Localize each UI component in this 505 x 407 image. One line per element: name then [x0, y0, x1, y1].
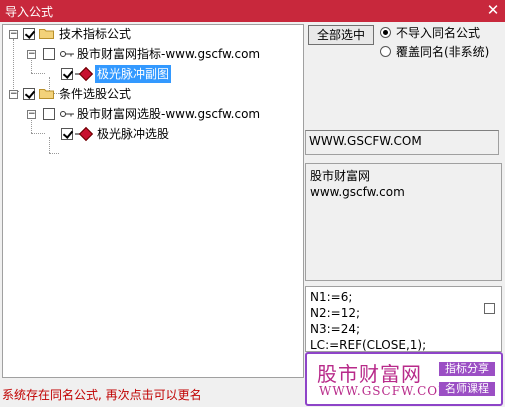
- item-checkbox[interactable]: [43, 108, 55, 120]
- collapse-icon[interactable]: −: [27, 50, 36, 59]
- tree-group-indicators[interactable]: − 技术指标公式: [3, 25, 293, 43]
- group-checkbox[interactable]: [23, 88, 35, 100]
- collapse-icon[interactable]: −: [27, 110, 36, 119]
- collapse-icon[interactable]: −: [9, 90, 18, 99]
- tag-master-course: 名师课程: [439, 382, 495, 396]
- tree-item-indicator-pack[interactable]: − 股市财富网指标-www.gscfw.com: [3, 45, 293, 63]
- tree-group-screening[interactable]: − 条件选股公式: [3, 85, 293, 103]
- info-site-url: www.gscfw.com: [310, 185, 405, 199]
- tree-item-screening-pack[interactable]: − 股市财富网选股-www.gscfw.com: [3, 105, 293, 123]
- brand-url: WWW.GSCFW.COM: [319, 384, 452, 398]
- tree-leaf-label[interactable]: 极光脉冲副图: [95, 65, 172, 83]
- brand-watermark: 股市财富网 WWW.GSCFW.COM 指标分享 名师课程: [305, 352, 503, 406]
- formula-icon: [78, 126, 94, 142]
- status-message: 系统存在同名公式, 再次点击可以更名: [2, 388, 202, 402]
- formula-tree[interactable]: − 技术指标公式 − 股市财富网指标-www.gscfw.com 极光脉冲副图 …: [2, 24, 304, 378]
- brand-name: 股市财富网: [317, 362, 422, 386]
- tag-indicator-share: 指标分享: [439, 362, 495, 376]
- item-checkbox[interactable]: [43, 48, 55, 60]
- code-checkbox[interactable]: [484, 303, 495, 314]
- key-icon: [60, 51, 74, 57]
- tree-group-label: 技术指标公式: [59, 27, 132, 41]
- code-line: N1:=6;: [310, 290, 353, 304]
- radio-button[interactable]: [380, 46, 391, 57]
- leaf-checkbox[interactable]: [61, 128, 73, 140]
- info-site-name: 股市财富网: [310, 169, 371, 183]
- tree-item-label: 股市财富网指标-www.gscfw.com: [77, 47, 261, 61]
- radio-label: 不导入同名公式: [396, 26, 481, 40]
- close-icon[interactable]: ✕: [485, 1, 501, 19]
- tree-leaf-label[interactable]: 极光脉冲选股: [97, 125, 169, 143]
- code-line: LC:=REF(CLOSE,1);: [310, 338, 427, 352]
- formula-info-panel: 股市财富网 www.gscfw.com: [305, 163, 502, 281]
- radio-button[interactable]: [380, 27, 391, 38]
- collapse-icon[interactable]: −: [9, 30, 18, 39]
- key-icon: [60, 111, 74, 117]
- radio-overwrite-duplicates[interactable]: 覆盖同名(非系统): [380, 44, 504, 60]
- leaf-checkbox[interactable]: [61, 68, 73, 80]
- select-all-button[interactable]: 全部选中: [308, 25, 374, 45]
- radio-skip-duplicates[interactable]: 不导入同名公式: [380, 25, 500, 41]
- url-display: WWW.GSCFW.COM: [305, 130, 499, 155]
- radio-label: 覆盖同名(非系统): [396, 45, 490, 59]
- tree-group-label: 条件选股公式: [59, 87, 132, 101]
- tree-item-label: 股市财富网选股-www.gscfw.com: [77, 107, 261, 121]
- window-title: 导入公式: [5, 5, 54, 19]
- code-line: N3:=24;: [310, 322, 361, 336]
- tree-leaf-aurora-subchart[interactable]: 极光脉冲副图: [3, 65, 293, 83]
- tree-connector: [49, 153, 59, 154]
- code-line: N2:=12;: [310, 306, 361, 320]
- title-bar: 导入公式 ✕: [0, 0, 505, 22]
- folder-icon: [39, 89, 54, 99]
- formula-icon: [78, 66, 94, 82]
- tree-leaf-aurora-screen[interactable]: 极光脉冲选股: [3, 125, 293, 143]
- formula-code-view[interactable]: N1:=6; N2:=12; N3:=24; LC:=REF(CLOSE,1);: [305, 286, 502, 352]
- folder-icon: [39, 29, 54, 39]
- group-checkbox[interactable]: [23, 28, 35, 40]
